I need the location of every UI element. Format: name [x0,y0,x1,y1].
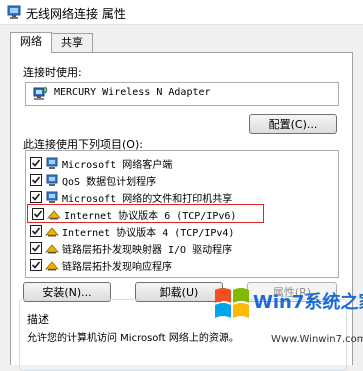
title-bar: 无线网络连接 属性 [0,0,363,25]
item-checkbox[interactable] [30,225,42,237]
install-button-label: 安装(N)... [42,286,92,299]
list-item[interactable]: Internet 协议版本 6 (TCP/IPv6) [27,204,264,223]
configure-button-label: 配置(C)... [268,118,318,131]
protocol-icon [47,210,61,220]
windows-logo-icon [215,288,249,318]
list-item[interactable]: 链路层拓扑发现响应程序 [26,256,336,273]
item-checkbox[interactable] [30,174,42,186]
adapter-field: MERCURY Wireless N Adapter [25,82,339,106]
network-adapter-icon [33,86,48,100]
watermark: Win7系统之家 Www.Winwin7.com [211,284,363,362]
item-checkbox[interactable] [32,208,44,220]
list-item[interactable]: QoS 数据包计划程序 [26,171,336,188]
item-label: 链路层拓扑发现响应程序 [62,262,172,273]
network-connection-icon [7,5,21,19]
list-item[interactable]: Internet 协议版本 4 (TCP/IPv4) [26,222,336,239]
list-item[interactable]: Microsoft 网络的文件和打印机共享 [26,188,336,205]
list-item[interactable]: Microsoft 网络客户端 [26,154,336,171]
tab-network-label: 网络 [20,35,42,48]
qos-scheduler-icon [46,174,58,186]
tab-sharing[interactable]: 共享 [51,33,93,52]
tab-sharing-label: 共享 [61,36,83,49]
item-label: Microsoft 网络客户端 [62,160,173,171]
file-printer-sharing-icon [46,191,58,203]
protocol-icon [45,244,59,254]
item-checkbox[interactable] [30,191,42,203]
item-label: Internet 协议版本 6 (TCP/IPv6) [64,211,237,222]
item-checkbox[interactable] [30,242,42,254]
tab-network[interactable]: 网络 [10,32,52,53]
item-label: Microsoft 网络的文件和打印机共享 [62,194,233,205]
description-text: 允许您的计算机访问 Microsoft 网络上的资源。 [27,333,239,344]
watermark-brand: Win7系统之家 [253,292,363,313]
item-label: Internet 协议版本 4 (TCP/IPv4) [62,228,235,239]
item-label: QoS 数据包计划程序 [62,177,157,188]
tab-bar: 网络 共享 [10,32,355,53]
protocol-icon [45,227,59,237]
window-title: 无线网络连接 属性 [26,7,126,21]
items-list: Microsoft 网络客户端 QoS 数据包计划程序 Microsoft 网络的文… [25,150,339,278]
uninstall-button-label: 卸载(U) [159,286,199,299]
configure-button[interactable]: 配置(C)... [249,114,337,134]
item-label: 链路层拓扑发现映射器 I/O 驱动程序 [62,245,233,256]
item-checkbox[interactable] [30,259,42,271]
description-title: 描述 [25,311,51,327]
connect-using-label: 连接时使用: [23,66,82,79]
protocol-icon [45,261,59,271]
adapter-name: MERCURY Wireless N Adapter [54,87,211,98]
network-client-icon [46,157,58,169]
watermark-url: Www.Winwin7.com [271,334,363,345]
item-checkbox[interactable] [30,157,42,169]
list-item[interactable]: 链路层拓扑发现映射器 I/O 驱动程序 [26,239,336,256]
